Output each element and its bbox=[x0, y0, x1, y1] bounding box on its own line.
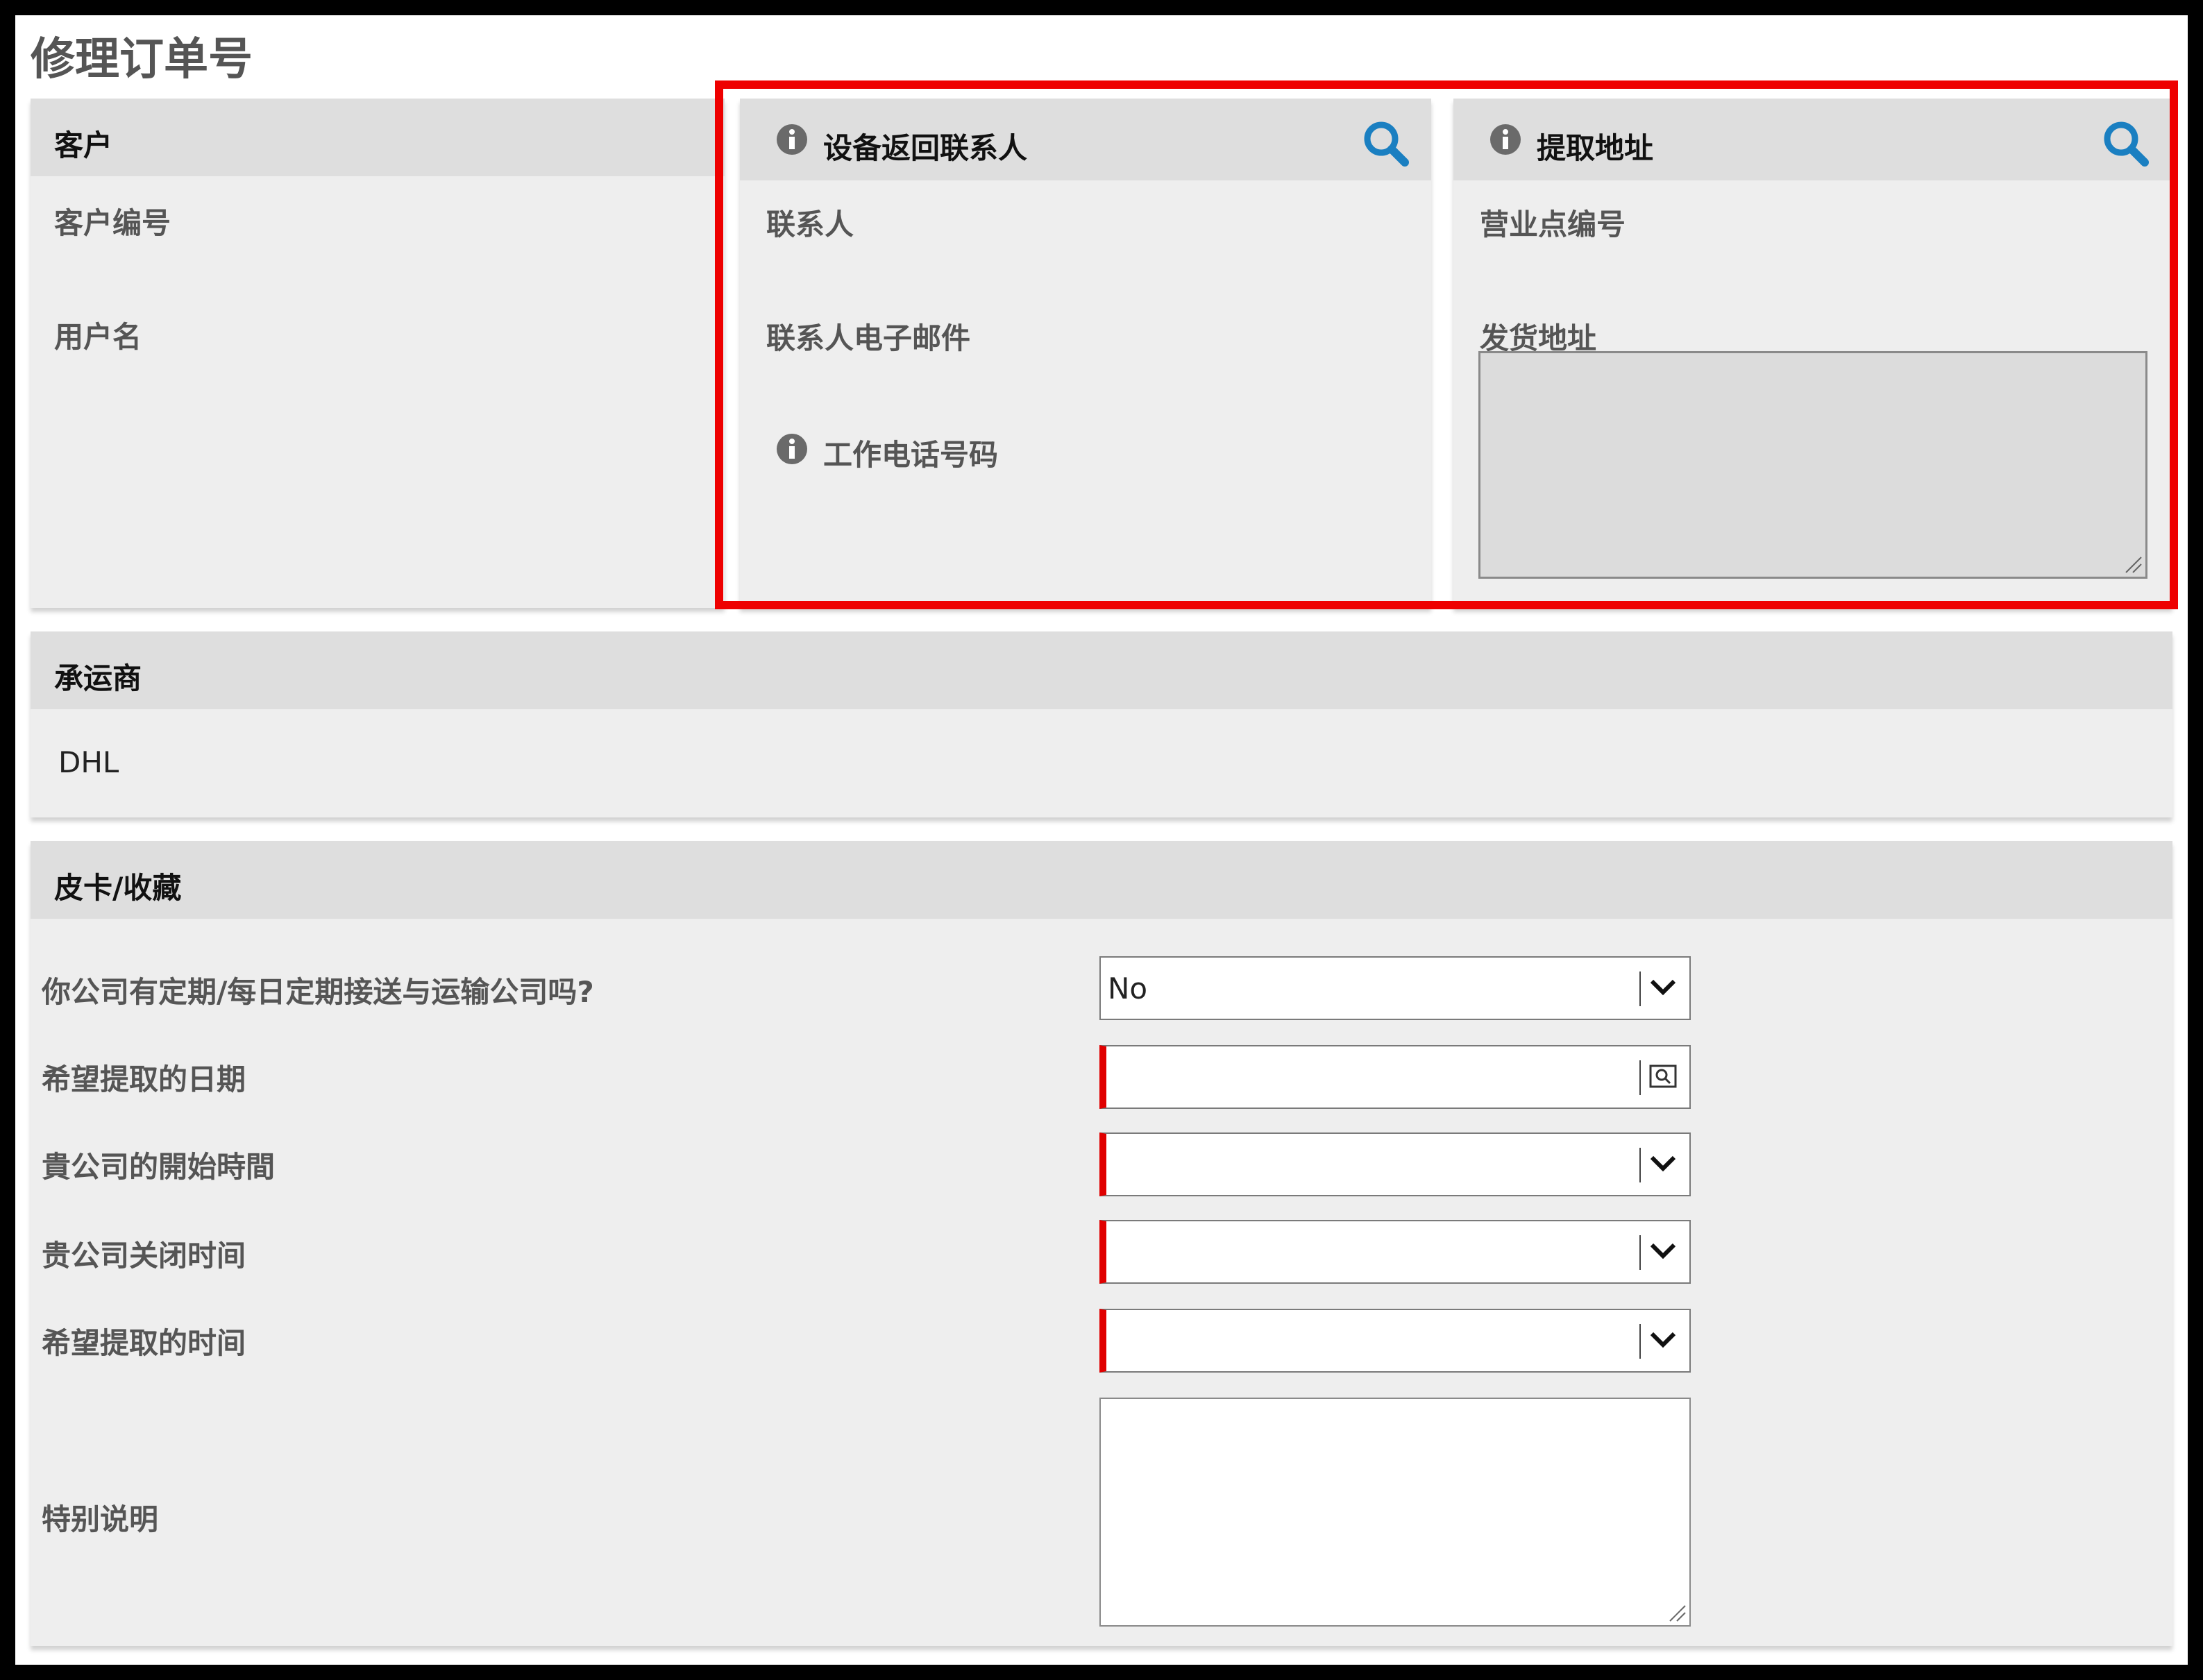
regular-pickup-select[interactable]: No bbox=[1099, 956, 1691, 1020]
contact-email-label: 联系人电子邮件 bbox=[766, 321, 971, 355]
select-separator bbox=[1639, 1235, 1641, 1270]
special-instructions-textarea[interactable] bbox=[1099, 1398, 1691, 1627]
work-phone-label: 工作电话号码 bbox=[823, 438, 999, 472]
select-separator bbox=[1639, 1324, 1641, 1359]
special-instructions-label: 特别说明 bbox=[42, 1502, 159, 1536]
select-separator bbox=[1639, 1148, 1641, 1182]
carrier-panel-header: 承运商 bbox=[31, 631, 2172, 709]
chevron-down-icon[interactable] bbox=[1644, 1231, 1682, 1273]
customer-number-label: 客户编号 bbox=[54, 206, 171, 240]
contact-label: 联系人 bbox=[766, 207, 854, 241]
select-separator bbox=[1639, 971, 1641, 1006]
close-time-select[interactable] bbox=[1099, 1220, 1691, 1284]
pickup-date-label: 希望提取的日期 bbox=[42, 1062, 246, 1096]
pickup-collection-panel-header: 皮卡/收藏 bbox=[31, 841, 2172, 919]
open-time-select[interactable] bbox=[1099, 1132, 1691, 1196]
customer-panel: 客户 客户编号 用户名 bbox=[31, 99, 725, 608]
close-time-label: 贵公司关闭时间 bbox=[42, 1239, 246, 1273]
carrier-value: DHL bbox=[58, 745, 119, 779]
info-icon[interactable] bbox=[1489, 124, 1521, 155]
chevron-down-icon[interactable] bbox=[1644, 1320, 1682, 1361]
search-icon[interactable] bbox=[1360, 118, 1410, 168]
return-contact-panel: 设备返回联系人 联系人 联系人电子邮件 工作电话号码 bbox=[740, 99, 1431, 608]
page-title: 修理订单号 bbox=[31, 34, 253, 85]
open-time-label: 貴公司的開始時間 bbox=[42, 1150, 276, 1184]
pickup-time-select[interactable] bbox=[1099, 1309, 1691, 1373]
calendar-lookup-icon[interactable] bbox=[1644, 1056, 1682, 1098]
phone-info-icon[interactable] bbox=[776, 433, 808, 465]
pickup-date-input[interactable] bbox=[1099, 1045, 1691, 1109]
chevron-down-icon[interactable] bbox=[1644, 1144, 1682, 1185]
customer-panel-header: 客户 bbox=[31, 99, 725, 176]
pickup-address-panel-header: 提取地址 bbox=[1453, 99, 2172, 180]
chevron-down-icon[interactable] bbox=[1644, 967, 1682, 1009]
pickup-address-header: 提取地址 bbox=[1537, 131, 1654, 165]
customer-header: 客户 bbox=[54, 128, 113, 162]
resize-grip-icon[interactable] bbox=[1667, 1603, 1687, 1622]
return-contact-panel-header: 设备返回联系人 bbox=[740, 99, 1431, 180]
regular-pickup-value: No bbox=[1108, 971, 1148, 1006]
username-label: 用户名 bbox=[54, 320, 142, 354]
resize-grip-icon[interactable] bbox=[2123, 554, 2143, 574]
info-icon[interactable] bbox=[776, 124, 808, 155]
pickup-collection-header: 皮卡/收藏 bbox=[54, 871, 182, 905]
carrier-header: 承运商 bbox=[54, 661, 142, 695]
regular-pickup-label: 你公司有定期/每日定期接送与运输公司吗? bbox=[42, 975, 594, 1009]
carrier-panel: 承运商 DHL bbox=[31, 631, 2172, 817]
input-separator bbox=[1639, 1060, 1641, 1095]
pickup-time-label: 希望提取的时间 bbox=[42, 1326, 246, 1360]
site-number-label: 营业点编号 bbox=[1480, 207, 1626, 241]
return-contact-header: 设备返回联系人 bbox=[823, 131, 1028, 165]
ship-address-textarea[interactable] bbox=[1478, 351, 2147, 579]
search-icon[interactable] bbox=[2100, 118, 2150, 168]
